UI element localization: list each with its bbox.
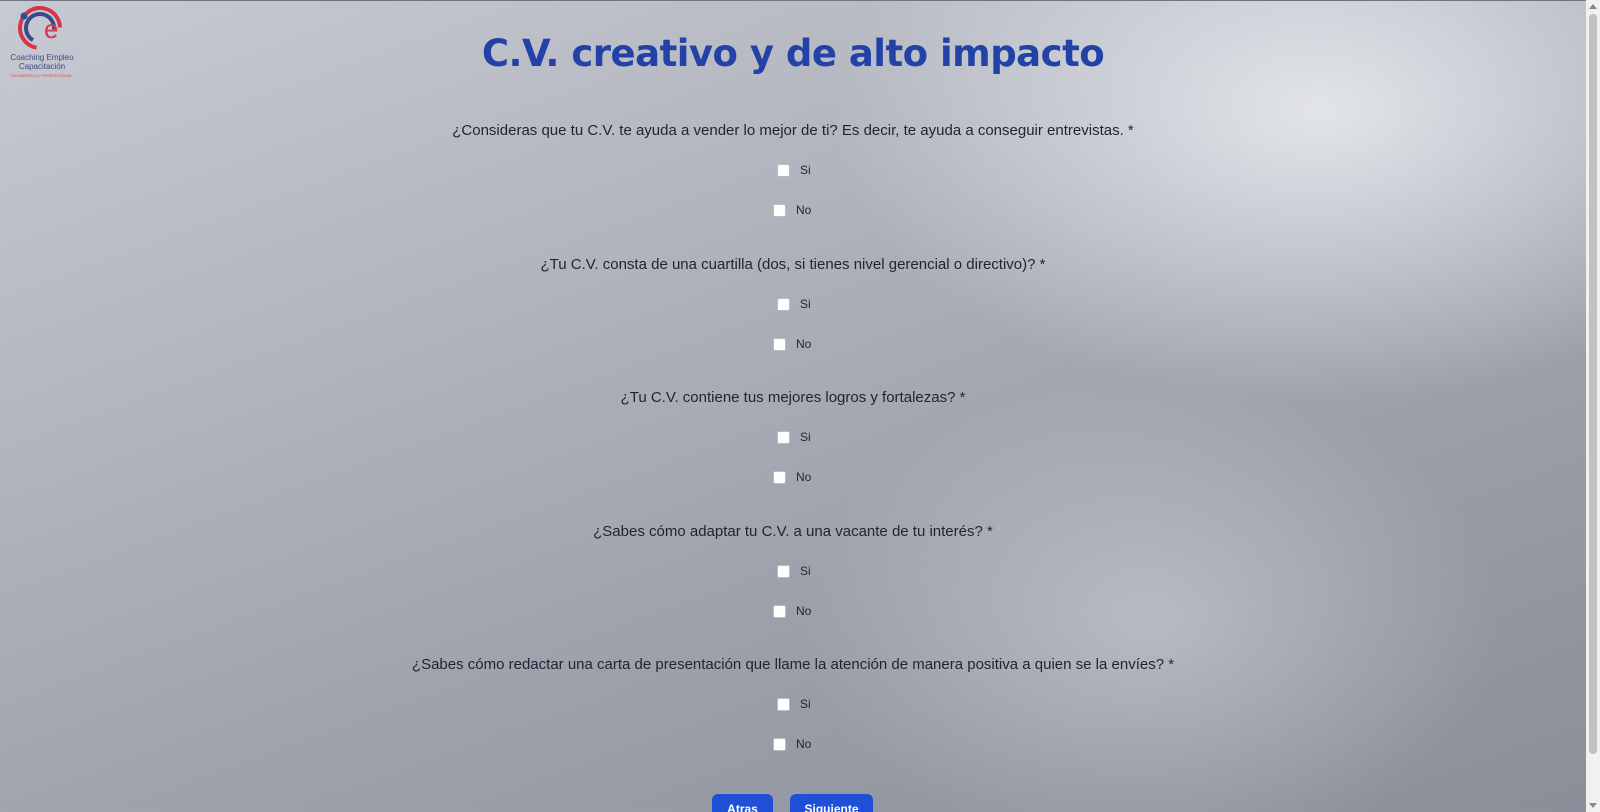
question-4-text: ¿Sabes cómo adaptar tu C.V. a una vacant… [593,523,993,540]
option-label: Si [800,697,811,711]
checkbox[interactable] [773,470,786,484]
question-5-text: ¿Sabes cómo redactar una carta de presen… [411,656,1175,673]
question-3-option-si[interactable]: Si [777,430,811,444]
back-button[interactable]: Atras [712,794,773,812]
question-4-option-no[interactable]: No [773,604,811,618]
checkbox[interactable] [777,564,790,578]
option-label: Si [800,430,811,444]
checkbox[interactable] [773,737,786,751]
option-label: Si [800,297,811,311]
checkbox[interactable] [777,297,790,311]
option-label: No [796,203,812,217]
question-4-option-si[interactable]: Si [777,564,811,578]
question-5-option-si[interactable]: Si [777,697,811,711]
option-label: No [796,470,812,484]
checkbox[interactable] [773,604,786,618]
checkbox[interactable] [773,337,786,351]
question-2-option-si[interactable]: Si [777,297,811,311]
question-1-text: ¿Consideras que tu C.V. te ayuda a vende… [452,122,1134,139]
option-label: Si [800,564,811,578]
checkbox[interactable] [777,697,790,711]
question-1-option-no[interactable]: No [773,203,811,217]
vertical-scrollbar[interactable] [1586,0,1600,812]
checkbox[interactable] [777,163,790,177]
scrollbar-thumb[interactable] [1589,14,1597,754]
question-2-text: ¿Tu C.V. consta de una cuartilla (dos, s… [540,256,1046,273]
next-button[interactable]: Siguiente [790,794,873,812]
option-label: No [796,604,812,618]
page-title: C.V. creativo y de alto impacto [481,32,1105,75]
question-2-option-no[interactable]: No [773,337,811,351]
scroll-up-arrow-icon[interactable] [1589,4,1597,9]
checkbox[interactable] [777,430,790,444]
option-label: No [796,737,812,751]
question-3-option-no[interactable]: No [773,470,811,484]
question-3-text: ¿Tu C.V. contiene tus mejores logros y f… [620,389,966,406]
question-1-option-si[interactable]: Si [777,163,811,177]
top-border [0,0,1600,1]
checkbox[interactable] [773,203,786,217]
option-label: Si [800,163,811,177]
option-label: No [796,337,812,351]
scroll-down-arrow-icon[interactable] [1589,803,1597,808]
question-5-option-no[interactable]: No [773,737,811,751]
